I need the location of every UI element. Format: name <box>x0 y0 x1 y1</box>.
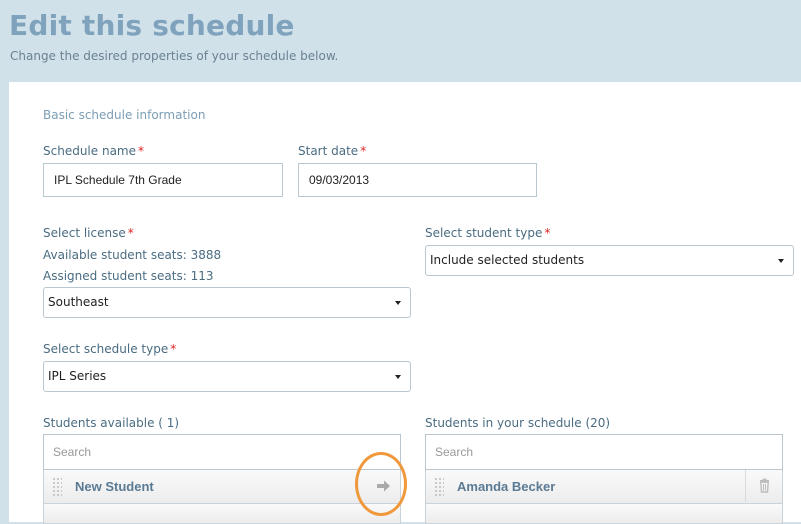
available-seats-text: Available student seats: 3888 <box>43 248 222 262</box>
select-student-type-label: Select student type * <box>425 226 550 240</box>
license-select[interactable]: Southeast <box>43 287 411 318</box>
students-in-schedule-search[interactable]: Search <box>425 434 783 470</box>
select-schedule-type-label: Select schedule type * <box>43 342 176 356</box>
page-title: Edit this schedule <box>9 9 295 42</box>
required-marker: * <box>127 226 134 240</box>
schedule-type-select-value: IPL Series <box>48 369 107 383</box>
list-item[interactable] <box>425 504 783 524</box>
list-item[interactable]: New Student <box>43 470 401 504</box>
required-marker: * <box>138 144 144 158</box>
student-name: New Student <box>75 479 154 494</box>
student-type-select[interactable]: Include selected students <box>425 245 794 276</box>
student-type-select-value: Include selected students <box>430 253 585 267</box>
drag-handle-icon[interactable] <box>52 477 62 497</box>
drag-handle-icon[interactable] <box>434 477 444 497</box>
required-marker: * <box>170 342 177 356</box>
list-item[interactable]: Amanda Becker <box>425 470 783 504</box>
students-available-search[interactable]: Search <box>43 434 401 470</box>
start-date-label: Start date * <box>298 144 366 158</box>
select-license-label: Select license * <box>43 226 134 240</box>
schedule-form-card: Basic schedule information Schedule name… <box>9 82 801 524</box>
arrow-right-icon[interactable] <box>374 477 392 495</box>
start-date-input[interactable]: 09/03/2013 <box>298 163 537 197</box>
required-marker: * <box>360 144 367 158</box>
schedule-type-select[interactable]: IPL Series <box>43 361 411 392</box>
section-title: Basic schedule information <box>43 108 206 122</box>
chevron-down-icon <box>395 301 401 305</box>
schedule-name-label-text: Schedule name <box>43 144 136 158</box>
start-date-label-text: Start date <box>298 144 359 158</box>
schedule-name-input[interactable]: IPL Schedule 7th Grade <box>43 163 283 197</box>
page-subtitle: Change the desired properties of your sc… <box>10 49 339 63</box>
list-item[interactable] <box>43 504 401 524</box>
select-student-type-label-text: Select student type <box>425 226 543 240</box>
license-select-value: Southeast <box>48 295 109 309</box>
required-marker: * <box>544 226 551 240</box>
schedule-name-label: Schedule name * <box>43 144 144 158</box>
chevron-down-icon <box>778 259 784 263</box>
assigned-seats-text: Assigned student seats: 113 <box>43 269 214 283</box>
students-in-schedule-label: Students in your schedule (20) <box>425 416 611 430</box>
chevron-down-icon <box>395 375 401 379</box>
student-name: Amanda Becker <box>457 479 556 494</box>
trash-icon[interactable] <box>745 470 782 502</box>
select-schedule-type-label-text: Select schedule type <box>43 342 169 356</box>
select-license-label-text: Select license <box>43 226 126 240</box>
students-available-label: Students available ( 1) <box>43 416 180 430</box>
